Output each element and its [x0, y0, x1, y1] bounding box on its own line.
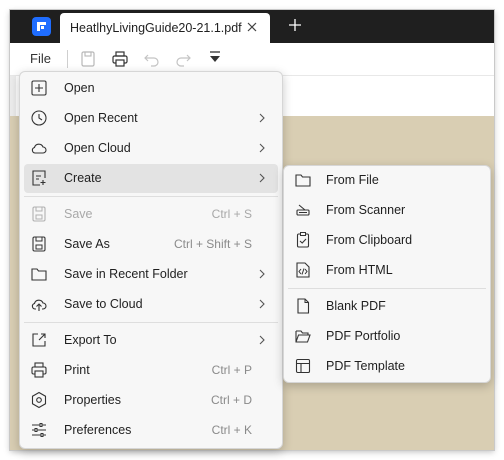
menu-divider	[24, 196, 278, 197]
html-file-icon	[294, 261, 312, 279]
close-icon[interactable]	[246, 21, 258, 33]
print-icon[interactable]	[110, 49, 130, 69]
folder-icon	[30, 265, 48, 283]
cloud-icon	[30, 139, 48, 157]
menu-item-shortcut: Ctrl + K	[211, 423, 252, 437]
menu-item-create[interactable]: Create	[24, 164, 278, 193]
menu-item-shortcut: Ctrl + S	[211, 207, 252, 221]
menu-item-label: Create	[64, 171, 102, 185]
menu-item-open-cloud[interactable]: Open Cloud	[24, 134, 278, 163]
create-submenu: From File From Scanner From Clipboard Fr…	[283, 165, 491, 383]
document-tab-title: HeatlhyLivingGuide20-21.1.pdf	[70, 21, 242, 35]
menu-item-label: Save in Recent Folder	[64, 267, 188, 281]
properties-icon	[30, 391, 48, 409]
submenu-item-from-scanner[interactable]: From Scanner	[288, 196, 486, 225]
chevron-right-icon	[258, 173, 266, 183]
preferences-icon	[30, 421, 48, 439]
chevron-right-icon	[258, 143, 266, 153]
submenu-item-label: From Clipboard	[326, 233, 413, 247]
redo-icon[interactable]	[173, 49, 193, 69]
menu-item-label: Open Recent	[64, 111, 138, 125]
chevron-right-icon	[258, 335, 266, 345]
menu-divider	[24, 322, 278, 323]
file-menu-button[interactable]: File	[30, 51, 51, 66]
menu-item-save-as[interactable]: Save As Ctrl + Shift + S	[24, 230, 278, 259]
tab-bar: HeatlhyLivingGuide20-21.1.pdf	[10, 10, 494, 43]
template-icon	[294, 357, 312, 375]
menu-item-label: Save As	[64, 237, 110, 251]
plus-square-icon	[30, 79, 48, 97]
submenu-item-label: PDF Portfolio	[326, 329, 401, 343]
dropdown-arrow-icon[interactable]	[205, 49, 225, 69]
submenu-item-from-clipboard[interactable]: From Clipboard	[288, 226, 486, 255]
submenu-item-blank-pdf[interactable]: Blank PDF	[288, 292, 486, 321]
print-icon	[30, 361, 48, 379]
submenu-item-from-file[interactable]: From File	[288, 166, 486, 195]
submenu-item-from-html[interactable]: From HTML	[288, 256, 486, 285]
cloud-upload-icon	[30, 295, 48, 313]
menu-item-label: Open	[64, 81, 95, 95]
save-icon	[30, 205, 48, 223]
file-menu-dropdown: Open Open Recent Open Cloud Create Save …	[19, 71, 283, 449]
menu-item-label: Print	[64, 363, 90, 377]
new-tab-plus-icon[interactable]	[288, 18, 302, 32]
menu-item-label: Preferences	[64, 423, 132, 437]
submenu-item-pdf-portfolio[interactable]: PDF Portfolio	[288, 322, 486, 351]
submenu-item-label: From File	[326, 173, 379, 187]
save-icon[interactable]	[78, 49, 98, 69]
clipboard-icon	[294, 231, 312, 249]
clock-icon	[30, 109, 48, 127]
menu-item-shortcut: Ctrl + D	[210, 393, 252, 407]
menu-item-properties[interactable]: Properties Ctrl + D	[24, 386, 278, 415]
app-logo-icon[interactable]	[32, 17, 51, 36]
document-tab[interactable]: HeatlhyLivingGuide20-21.1.pdf	[60, 13, 270, 43]
menu-item-save[interactable]: Save Ctrl + S	[24, 200, 278, 229]
menu-item-open-recent[interactable]: Open Recent	[24, 104, 278, 133]
blank-pdf-icon	[294, 297, 312, 315]
menu-item-open[interactable]: Open	[24, 74, 278, 103]
menu-item-print[interactable]: Print Ctrl + P	[24, 356, 278, 385]
menu-item-label: Properties	[64, 393, 121, 407]
toolbar-divider	[67, 50, 68, 68]
create-file-icon	[30, 169, 48, 187]
submenu-item-label: Blank PDF	[326, 299, 386, 313]
menu-item-export-to[interactable]: Export To	[24, 326, 278, 355]
submenu-item-label: From Scanner	[326, 203, 406, 217]
submenu-item-pdf-template[interactable]: PDF Template	[288, 352, 486, 381]
menu-item-shortcut: Ctrl + Shift + S	[173, 237, 252, 251]
folder-icon	[294, 171, 312, 189]
menu-divider	[288, 288, 486, 289]
menu-item-label: Save to Cloud	[64, 297, 143, 311]
chevron-right-icon	[258, 113, 266, 123]
chevron-right-icon	[258, 269, 266, 279]
save-as-icon	[30, 235, 48, 253]
submenu-item-label: From HTML	[326, 263, 393, 277]
menu-item-label: Open Cloud	[64, 141, 131, 155]
menu-item-shortcut: Ctrl + P	[211, 363, 252, 377]
menu-item-save-in-recent-folder[interactable]: Save in Recent Folder	[24, 260, 278, 289]
submenu-item-label: PDF Template	[326, 359, 405, 373]
menu-item-preferences[interactable]: Preferences Ctrl + K	[24, 416, 278, 445]
portfolio-folder-icon	[294, 327, 312, 345]
undo-icon[interactable]	[142, 49, 162, 69]
scanner-icon	[294, 201, 312, 219]
export-icon	[30, 331, 48, 349]
menu-item-save-to-cloud[interactable]: Save to Cloud	[24, 290, 278, 319]
menu-item-label: Export To	[64, 333, 117, 347]
menu-item-label: Save	[64, 207, 93, 221]
chevron-right-icon	[258, 299, 266, 309]
